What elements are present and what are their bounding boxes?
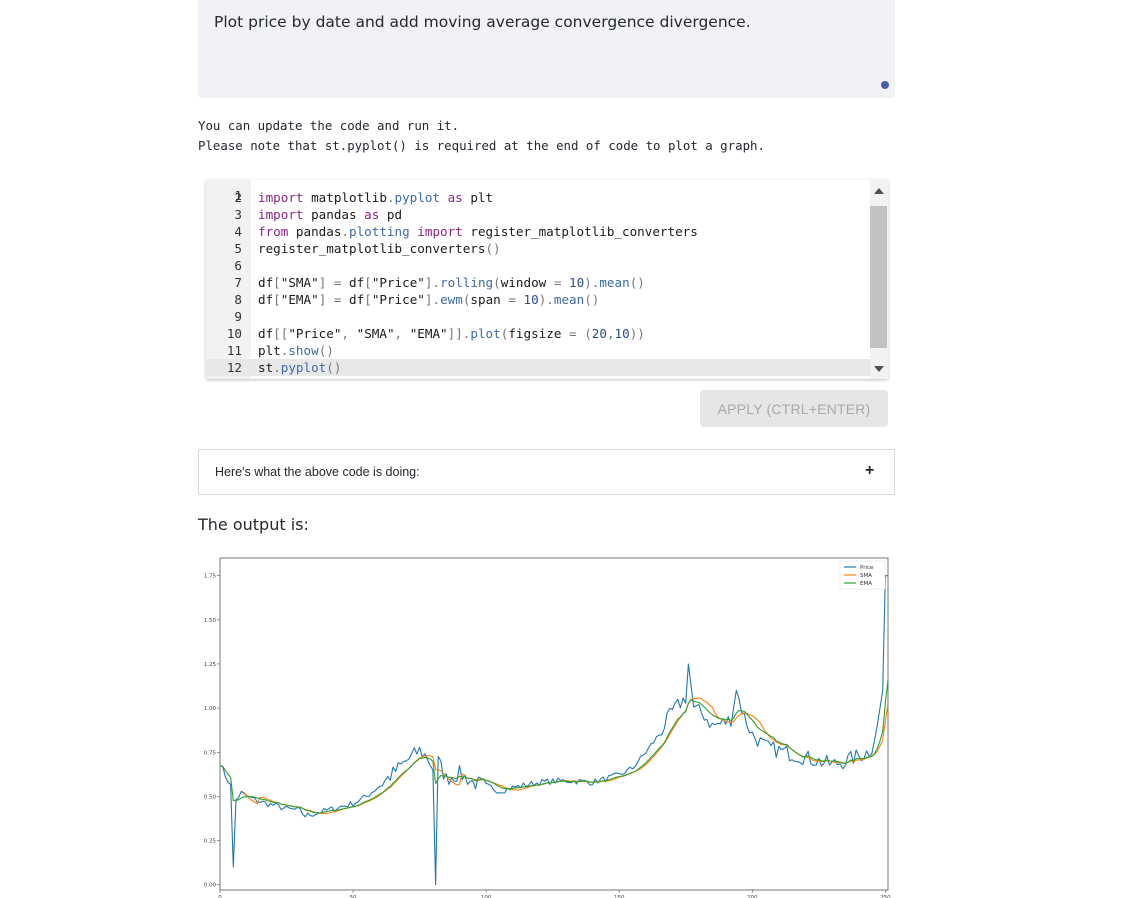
legend-label: SMA — [860, 573, 872, 579]
code-text[interactable]: import matplotlib.pyplot as plt — [258, 189, 493, 206]
code-text[interactable]: register_matplotlib_converters() — [258, 240, 501, 257]
y-tick-label: 0.25 — [204, 839, 217, 845]
line-number: 11 — [226, 343, 242, 358]
code-text[interactable]: st.pyplot() — [258, 359, 341, 376]
code-explanation-expander[interactable]: Here's what the above code is doing: + — [198, 449, 895, 495]
code-text[interactable]: df[["Price", "SMA", "EMA"]].plot(figsize… — [258, 325, 645, 342]
line-number: 12 — [226, 360, 242, 375]
plot-frame — [219, 557, 889, 891]
y-tick-label: 1.75 — [204, 574, 217, 580]
editor-line[interactable]: 3 import pandas as pd — [206, 206, 870, 223]
line-number: 2 — [234, 190, 242, 205]
y-tick-label: 0.00 — [204, 883, 217, 889]
editor-line[interactable]: 9 — [206, 308, 870, 325]
plus-icon[interactable]: + — [865, 462, 874, 480]
y-tick-label: 1.25 — [204, 662, 217, 668]
editor-line[interactable]: 12 st.pyplot() — [206, 359, 870, 376]
legend-label: Price — [860, 565, 874, 571]
instructions-note: You can update the code and run it. Plea… — [198, 116, 765, 156]
editor-line[interactable]: 2 import matplotlib.pyplot as plt — [206, 189, 870, 206]
code-text[interactable]: df["SMA"] = df["Price"].rolling(window =… — [258, 274, 645, 291]
editor-line[interactable]: 7 df["SMA"] = df["Price"].rolling(window … — [206, 274, 870, 291]
editor-line[interactable]: 10 df[["Price", "SMA", "EMA"]].plot(figsi… — [206, 325, 870, 342]
y-tick-label: 0.75 — [204, 750, 217, 756]
expander-label: Here's what the above code is doing: — [215, 465, 420, 479]
line-number: 3 — [234, 207, 242, 222]
chart-svg: 0.000.250.500.751.001.251.501.750 50 100 15… — [204, 557, 891, 898]
apply-button[interactable]: APPLY (CTRL+ENTER) — [700, 390, 888, 427]
note-line-1: You can update the code and run it. — [198, 118, 460, 133]
prompt-box: Plot price by date and add moving averag… — [198, 0, 895, 98]
line-number: 6 — [234, 258, 242, 273]
editor-line[interactable]: 8 df["EMA"] = df["Price"].ewm(span = 10).… — [206, 291, 870, 308]
price-chart: 0.00 0.25 0.50 0.75 1.00 1.25 1.50 1.75 0 50 100 15… — [198, 550, 898, 898]
code-text[interactable]: import pandas as pd — [258, 206, 402, 223]
y-tick-label: 1.00 — [204, 706, 217, 712]
scroll-up-arrow-icon[interactable] — [874, 188, 884, 194]
scroll-down-arrow-icon[interactable] — [874, 366, 884, 372]
editor-line[interactable]: 4 from pandas.plotting import register_ma… — [206, 223, 870, 240]
editor-line[interactable]: 5 register_matplotlib_converters() — [206, 240, 870, 257]
note-line-2: Please note that st.pyplot() is required… — [198, 138, 765, 153]
y-tick-label: 1.50 — [204, 618, 217, 624]
output-label: The output is: — [198, 515, 309, 534]
code-text[interactable]: df["EMA"] = df["Price"].ewm(span = 10).m… — [258, 291, 599, 308]
code-text[interactable]: plt.show() — [258, 342, 334, 359]
editor-line[interactable]: 11 plt.show() — [206, 342, 870, 359]
prompt-text: Plot price by date and add moving averag… — [214, 13, 751, 31]
line-number: 9 — [234, 309, 242, 324]
line-number: 4 — [234, 224, 242, 239]
editor-scrollbar[interactable] — [870, 180, 888, 379]
line-number: 8 — [234, 292, 242, 307]
line-number: 10 — [226, 326, 242, 341]
code-editor[interactable]: 1 2 import matplotlib.pyplot as plt 3 impor… — [206, 180, 888, 379]
legend-label: EMA — [860, 581, 872, 587]
scroll-thumb[interactable] — [870, 206, 887, 348]
status-dot-icon — [881, 81, 889, 89]
editor-line: 1 — [206, 180, 870, 203]
y-tick-label: 0.50 — [204, 794, 217, 800]
code-text[interactable]: from pandas.plotting import register_mat… — [258, 223, 698, 240]
line-number: 5 — [234, 241, 242, 256]
editor-line[interactable]: 6 — [206, 257, 870, 274]
line-number: 7 — [234, 275, 242, 290]
